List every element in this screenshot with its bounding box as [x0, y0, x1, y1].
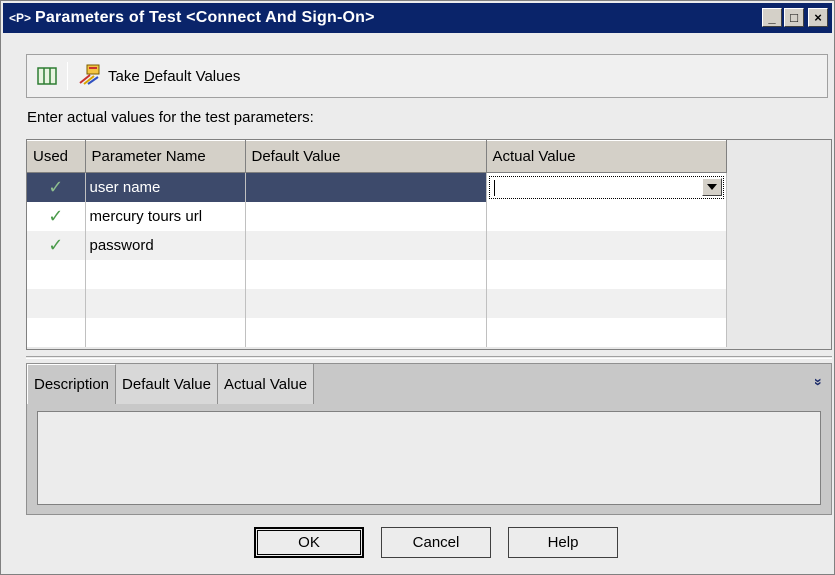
expand-icon[interactable]: »	[811, 378, 827, 386]
column-header-parameter-name[interactable]: Parameter Name	[85, 140, 246, 173]
actual-value-cell[interactable]	[486, 172, 727, 202]
window-title: Parameters of Test <Connect And Sign-On>	[35, 9, 375, 26]
default-value-cell[interactable]	[245, 172, 487, 202]
toolbar-separator	[67, 62, 68, 90]
column-header-default-value[interactable]: Default Value	[245, 140, 487, 173]
parameters-dialog: <P> Parameters of Test <Connect And Sign…	[0, 0, 835, 575]
table-row[interactable]: ✓ user name	[27, 172, 727, 202]
dialog-buttons: OK Cancel Help	[254, 527, 618, 558]
check-icon: ✓	[48, 176, 64, 197]
maximize-icon: □	[790, 10, 798, 25]
title-bar[interactable]: <P> Parameters of Test <Connect And Sign…	[3, 3, 832, 33]
check-icon: ✓	[48, 234, 64, 255]
actual-value-cell[interactable]	[486, 230, 727, 260]
chevron-down-icon	[706, 184, 717, 190]
toolbar: Take Default Values	[26, 54, 828, 98]
table-row[interactable]: ✓ mercury tours url	[27, 201, 727, 231]
default-value-cell[interactable]	[245, 230, 487, 260]
used-cell[interactable]: ✓	[27, 230, 86, 260]
parameters-icon: <P>	[9, 11, 32, 25]
actual-value-cell[interactable]	[486, 201, 727, 231]
tab-strip: Description Default Value Actual Value	[27, 364, 315, 404]
take-default-values-button[interactable]: Take Default Values	[78, 63, 240, 89]
tab-description[interactable]: Description	[27, 364, 117, 404]
maximize-button[interactable]: □	[784, 8, 804, 27]
description-text-area[interactable]	[37, 411, 821, 505]
parameter-name-cell[interactable]: user name	[85, 172, 246, 202]
used-cell[interactable]: ✓	[27, 201, 86, 231]
ok-button[interactable]: OK	[254, 527, 364, 558]
column-header-used[interactable]: Used	[27, 140, 86, 173]
close-button[interactable]: ×	[808, 8, 828, 27]
take-default-values-icon	[78, 63, 104, 89]
actual-value-combobox[interactable]	[488, 176, 724, 199]
default-value-cell[interactable]	[245, 201, 487, 231]
empty-row	[27, 288, 727, 318]
parameter-name-cell[interactable]: mercury tours url	[85, 201, 246, 231]
column-header-actual-value[interactable]: Actual Value	[486, 140, 727, 173]
check-icon: ✓	[48, 205, 64, 226]
empty-row	[27, 317, 727, 347]
take-default-values-label: Take Default Values	[108, 67, 241, 85]
empty-row	[27, 259, 727, 289]
tab-actual-value[interactable]: Actual Value	[217, 364, 315, 404]
dropdown-button[interactable]	[701, 178, 722, 196]
help-button[interactable]: Help	[508, 527, 618, 558]
table-row[interactable]: ✓ password	[27, 230, 727, 260]
cancel-button[interactable]: Cancel	[381, 527, 491, 558]
details-tab-panel: Description Default Value Actual Value »	[26, 363, 832, 515]
minimize-button[interactable]: _	[762, 8, 782, 27]
close-icon: ×	[814, 10, 822, 25]
parameters-grid: Used Parameter Name Default Value Actual…	[26, 139, 832, 350]
pane-splitter[interactable]	[26, 356, 832, 359]
columns-icon[interactable]	[37, 66, 57, 86]
tab-default-value[interactable]: Default Value	[116, 364, 218, 404]
text-caret	[493, 180, 495, 196]
instruction-text: Enter actual values for the test paramet…	[27, 109, 314, 126]
used-cell[interactable]: ✓	[27, 172, 86, 202]
minimize-icon: _	[768, 10, 776, 25]
parameter-name-cell[interactable]: password	[85, 230, 246, 260]
